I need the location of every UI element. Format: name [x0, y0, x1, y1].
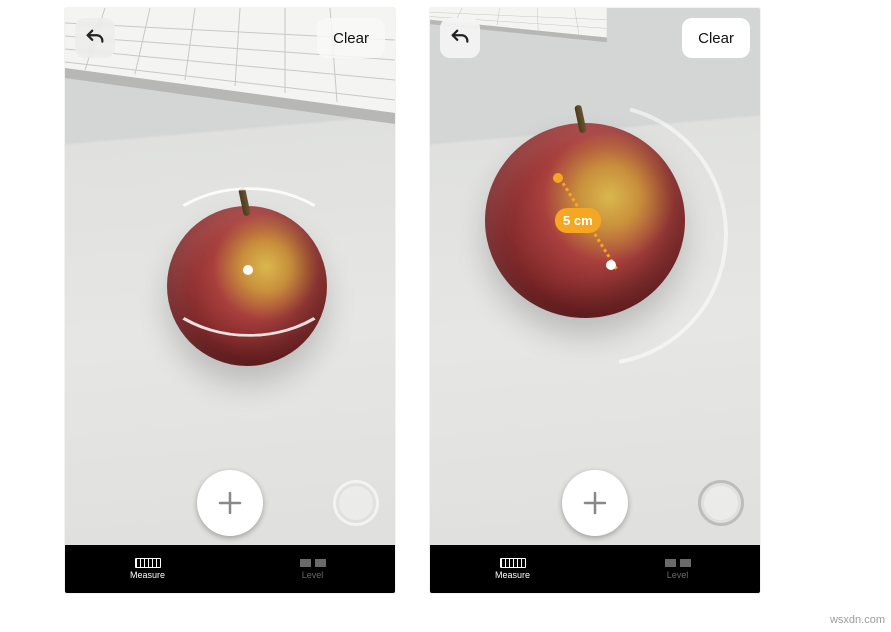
tab-measure[interactable]: Measure — [430, 545, 595, 593]
tab-level-label: Level — [302, 570, 324, 580]
ruler-icon — [500, 558, 526, 568]
measurement-chip[interactable]: 5 cm — [555, 208, 601, 233]
undo-button[interactable] — [75, 18, 115, 58]
shutter-button[interactable] — [333, 480, 379, 526]
tab-measure-label: Measure — [130, 570, 165, 580]
clear-label: Clear — [698, 30, 734, 47]
screenshot-pair: Clear Measure Level — [0, 0, 891, 601]
measurement-end-point[interactable] — [606, 260, 616, 270]
phone-left: Clear Measure Level — [65, 8, 395, 593]
tab-bar: Measure Level — [65, 545, 395, 593]
add-point-button[interactable] — [562, 470, 628, 536]
plus-icon — [215, 488, 245, 518]
bottom-controls — [65, 461, 395, 545]
tab-level[interactable]: Level — [230, 545, 395, 593]
ruler-icon — [135, 558, 161, 568]
top-controls: Clear — [75, 18, 385, 58]
tab-bar: Measure Level — [430, 545, 760, 593]
tab-measure[interactable]: Measure — [65, 545, 230, 593]
measurement-start-point[interactable] — [553, 173, 563, 183]
phone-right: 5 cm Clear Measure Level — [430, 8, 760, 593]
shutter-button[interactable] — [698, 480, 744, 526]
tab-level[interactable]: Level — [595, 545, 760, 593]
measurement-value: 5 cm — [563, 213, 593, 228]
clear-label: Clear — [333, 30, 369, 47]
undo-button[interactable] — [440, 18, 480, 58]
level-icon — [665, 558, 691, 568]
watermark: wsxdn.com — [830, 614, 885, 626]
clear-button[interactable]: Clear — [682, 18, 750, 58]
top-controls: Clear — [440, 18, 750, 58]
tab-level-label: Level — [667, 570, 689, 580]
undo-icon — [449, 27, 471, 49]
plus-icon — [580, 488, 610, 518]
reticle-center-dot — [243, 265, 253, 275]
measure-reticle — [145, 187, 353, 337]
add-point-button[interactable] — [197, 470, 263, 536]
clear-button[interactable]: Clear — [317, 18, 385, 58]
bottom-controls — [430, 461, 760, 545]
undo-icon — [84, 27, 106, 49]
tab-measure-label: Measure — [495, 570, 530, 580]
level-icon — [300, 558, 326, 568]
